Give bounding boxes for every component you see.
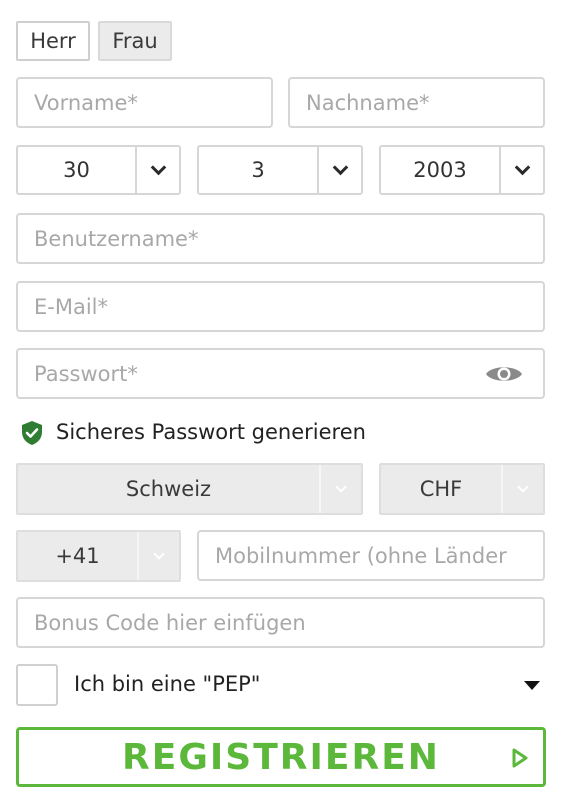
dob-year-value: 2003 — [413, 158, 467, 182]
email-placeholder: E-Mail* — [34, 294, 109, 319]
country-select[interactable]: Schweiz — [16, 463, 363, 515]
dob-month-chevron-down-icon[interactable] — [317, 147, 361, 193]
generate-password-link[interactable]: Sicheres Passwort generieren — [56, 420, 366, 444]
shield-check-icon — [22, 421, 42, 445]
password-input[interactable]: Passwort* — [16, 348, 545, 399]
dob-day-chevron-down-icon[interactable] — [135, 147, 179, 193]
pep-label: Ich bin eine "PEP" — [74, 672, 261, 696]
gender-frau-button[interactable]: Frau — [98, 21, 172, 61]
pep-checkbox[interactable] — [16, 664, 58, 706]
dob-year-select[interactable]: 2003 — [379, 145, 545, 195]
dob-month-select[interactable]: 3 — [197, 145, 363, 195]
email-input[interactable]: E-Mail* — [16, 281, 545, 332]
dob-year-chevron-down-icon[interactable] — [499, 147, 543, 193]
currency-chevron-down-icon[interactable] — [501, 465, 543, 513]
register-label: REGISTRIEREN — [122, 736, 440, 778]
mobile-number-placeholder: Mobilnummer (ohne Länder — [215, 543, 507, 568]
password-placeholder: Passwort* — [34, 361, 138, 386]
gender-frau-label: Frau — [112, 29, 158, 53]
gender-herr-button[interactable]: Herr — [16, 21, 90, 61]
bonus-code-placeholder: Bonus Code hier einfügen — [34, 610, 306, 635]
gender-herr-label: Herr — [30, 29, 76, 53]
first-name-input[interactable]: Vorname* — [16, 77, 273, 128]
first-name-placeholder: Vorname* — [34, 90, 138, 115]
bonus-code-input[interactable]: Bonus Code hier einfügen — [16, 597, 545, 648]
mobile-number-input[interactable]: Mobilnummer (ohne Länder — [197, 530, 545, 581]
username-input[interactable]: Benutzername* — [16, 213, 545, 264]
country-chevron-down-icon[interactable] — [319, 465, 361, 513]
username-placeholder: Benutzername* — [34, 226, 199, 251]
eye-icon[interactable] — [485, 362, 523, 386]
phone-prefix-value: +41 — [55, 544, 100, 568]
pep-expand-caret-icon[interactable] — [524, 681, 540, 690]
dob-day-select[interactable]: 30 — [16, 145, 181, 195]
dob-day-value: 30 — [63, 158, 90, 182]
last-name-input[interactable]: Nachname* — [288, 77, 545, 128]
dob-month-value: 3 — [251, 158, 265, 182]
last-name-placeholder: Nachname* — [306, 90, 430, 115]
phone-prefix-chevron-down-icon[interactable] — [137, 532, 179, 580]
register-button[interactable]: REGISTRIEREN — [16, 727, 546, 787]
country-value: Schweiz — [125, 477, 212, 501]
play-arrow-icon — [512, 748, 528, 768]
currency-value: CHF — [419, 477, 463, 501]
currency-select[interactable]: CHF — [379, 463, 545, 515]
phone-prefix-select[interactable]: +41 — [16, 530, 181, 582]
